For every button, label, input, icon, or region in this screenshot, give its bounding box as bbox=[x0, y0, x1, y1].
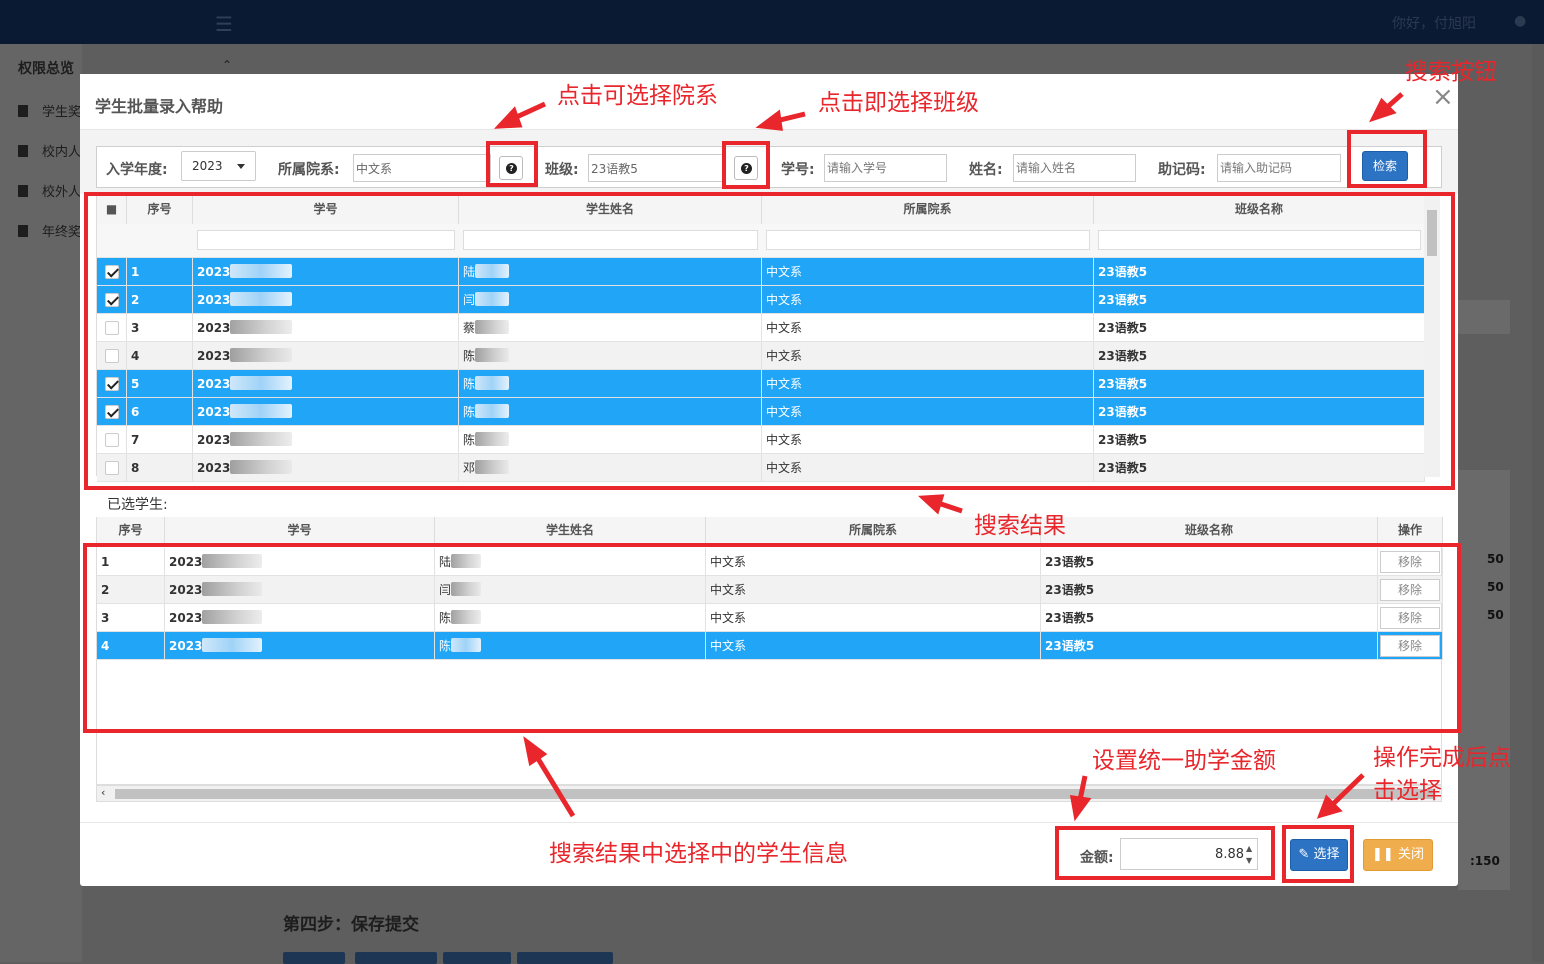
document-icon bbox=[18, 225, 28, 237]
page-scrollbar[interactable] bbox=[1532, 44, 1544, 962]
scroll-thumb[interactable] bbox=[115, 789, 1435, 799]
name-label: 姓名: bbox=[969, 162, 1003, 178]
sidebar-item-1[interactable]: 学生奖 bbox=[18, 101, 81, 120]
bg-panel bbox=[1458, 300, 1510, 334]
menu-icon[interactable]: ☰ bbox=[215, 12, 233, 36]
top-navbar: ☰ 你好，付旭阳 ● bbox=[0, 0, 1544, 44]
dept-label: 所属院系: bbox=[278, 162, 340, 178]
selected-label: 已选学生: bbox=[107, 497, 168, 513]
annotation-dept-note: 点击可选择院系 bbox=[557, 83, 718, 109]
modal-title: 学生批量录入帮助 bbox=[95, 97, 224, 116]
document-icon bbox=[18, 185, 28, 197]
annotation-box-class bbox=[722, 141, 770, 189]
annotation-box-results bbox=[84, 192, 1455, 490]
user-greeting[interactable]: 你好，付旭阳 bbox=[1392, 13, 1476, 33]
student-id-input[interactable] bbox=[824, 154, 947, 182]
year-select[interactable]: 2023 bbox=[181, 151, 256, 181]
code-label: 助记码: bbox=[1158, 162, 1206, 178]
bg-button[interactable] bbox=[355, 952, 437, 964]
close-button[interactable]: ❚❚ 关闭 bbox=[1363, 839, 1433, 871]
annotation-selected-note: 搜索结果中选择中的学生信息 bbox=[549, 841, 848, 867]
selected-h-scrollbar[interactable]: ‹ bbox=[96, 785, 1442, 802]
bg-total: :150 bbox=[1470, 854, 1500, 868]
annotation-done-note-1: 操作完成后点 bbox=[1373, 745, 1511, 771]
selected-header-cell[interactable]: 操作 bbox=[1378, 517, 1443, 545]
bg-button[interactable] bbox=[443, 952, 511, 964]
annotation-class-note: 点击即选择班级 bbox=[818, 90, 979, 116]
selected-header-cell[interactable]: 班级名称 bbox=[1041, 517, 1378, 545]
annotation-box-amount bbox=[1055, 826, 1275, 880]
modal-footer-divider bbox=[80, 822, 1458, 823]
id-label: 学号: bbox=[781, 162, 815, 178]
annotation-done-note-2: 击选择 bbox=[1373, 778, 1442, 804]
selected-header-row: 序号 学号 学生姓名 所属院系 班级名称 操作 bbox=[97, 517, 1443, 545]
step-title: 第四步：保存提交 bbox=[283, 915, 419, 935]
bg-panel bbox=[1458, 470, 1510, 890]
sidebar-item-2[interactable]: 校内人 bbox=[18, 141, 81, 160]
annotation-box-choose bbox=[1282, 825, 1354, 883]
bg-value: 50 bbox=[1487, 608, 1504, 622]
student-name-input[interactable] bbox=[1013, 154, 1136, 182]
sidebar-title[interactable]: 权限总览 bbox=[18, 58, 74, 78]
annotation-box-search bbox=[1347, 130, 1427, 188]
dept-input[interactable] bbox=[353, 154, 491, 182]
year-label: 入学年度: bbox=[106, 162, 168, 178]
chevron-up-icon[interactable]: ⌃ bbox=[222, 58, 232, 72]
caret-down-icon bbox=[237, 164, 245, 169]
selected-header-cell[interactable]: 学号 bbox=[165, 517, 435, 545]
annotation-box-selected bbox=[83, 543, 1461, 733]
chevron-left-icon[interactable]: ‹ bbox=[101, 786, 105, 799]
sidebar-item-4[interactable]: 年终奖 bbox=[18, 221, 81, 240]
annotation-box-dept bbox=[486, 141, 538, 187]
annotation-amount-note: 设置统一助学金额 bbox=[1092, 748, 1276, 774]
annotation-results-note: 搜索结果 bbox=[974, 513, 1066, 539]
annotation-search-note: 搜索按钮 bbox=[1405, 59, 1497, 85]
bg-button[interactable] bbox=[517, 952, 613, 964]
selected-header-cell[interactable]: 序号 bbox=[97, 517, 165, 545]
class-input[interactable] bbox=[588, 154, 726, 182]
pause-icon: ❚❚ bbox=[1372, 847, 1398, 862]
close-icon[interactable]: × bbox=[1432, 84, 1454, 110]
mnemonic-input[interactable] bbox=[1217, 154, 1341, 182]
document-icon bbox=[18, 105, 28, 117]
selected-header-cell[interactable]: 学生姓名 bbox=[435, 517, 706, 545]
chat-icon[interactable]: ● bbox=[1514, 13, 1526, 29]
modal-header bbox=[80, 74, 1458, 130]
bg-value: 50 bbox=[1487, 580, 1504, 594]
class-label: 班级: bbox=[545, 162, 579, 178]
bg-button[interactable] bbox=[283, 952, 345, 964]
bg-value: 50 bbox=[1487, 552, 1504, 566]
sidebar-item-3[interactable]: 校外人 bbox=[18, 181, 81, 200]
document-icon bbox=[18, 145, 28, 157]
